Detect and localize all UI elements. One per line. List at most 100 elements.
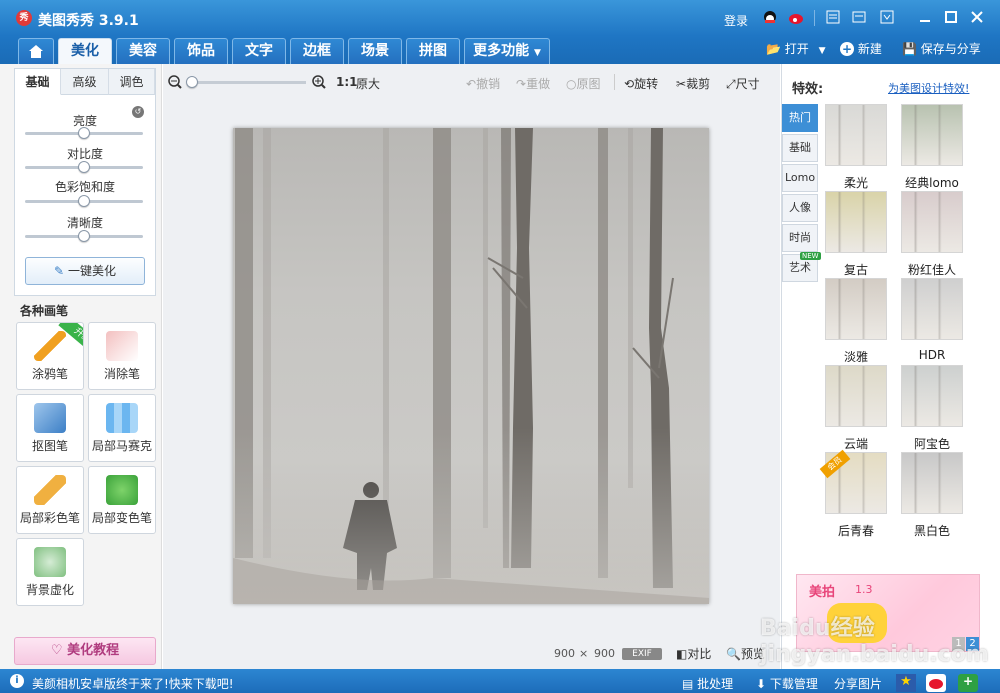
message-icon[interactable] bbox=[852, 10, 866, 28]
compare-icon: ◧ bbox=[676, 647, 688, 661]
save-share-button[interactable]: 💾 保存与分享 bbox=[902, 40, 981, 58]
mosaic-tool[interactable]: 局部马赛克 bbox=[88, 394, 156, 462]
crop-button[interactable]: ✂裁剪 bbox=[676, 75, 710, 92]
background-blur-tool[interactable]: 背景虚化 bbox=[16, 538, 84, 606]
effect-category-lomo[interactable]: Lomo bbox=[782, 164, 818, 192]
weibo-icon[interactable] bbox=[788, 10, 806, 30]
toolbar-divider bbox=[614, 74, 615, 90]
sharpness-knob[interactable] bbox=[78, 230, 90, 242]
crop-label: 裁剪 bbox=[686, 77, 711, 91]
open-button[interactable]: 📂 打开 ▼ bbox=[766, 40, 826, 60]
effect-label: 复古 bbox=[843, 263, 868, 277]
undo-label: 撤销 bbox=[476, 77, 501, 91]
effect-label: 阿宝色 bbox=[913, 437, 950, 451]
effect-thumb[interactable] bbox=[825, 365, 887, 427]
design-effects-link[interactable]: 为美图设计特效! bbox=[888, 80, 969, 96]
home-icon bbox=[29, 45, 43, 58]
cutout-pen-tool[interactable]: 抠图笔 bbox=[16, 394, 84, 462]
effect-thumb[interactable] bbox=[825, 278, 887, 340]
subtab-color[interactable]: 调色 bbox=[109, 69, 155, 95]
home-tab[interactable] bbox=[18, 38, 54, 64]
effect-thumb[interactable] bbox=[901, 365, 963, 427]
color-pen-tool[interactable]: 局部彩色笔 bbox=[16, 466, 84, 534]
batch-label: 批处理 bbox=[697, 677, 734, 691]
image-height: 900 bbox=[594, 647, 615, 660]
effect-category-portrait[interactable]: 人像 bbox=[782, 194, 818, 222]
effect-thumb[interactable] bbox=[825, 191, 887, 253]
mosaic-icon bbox=[106, 403, 138, 433]
contrast-knob[interactable] bbox=[78, 161, 90, 173]
tab-makeup[interactable]: 美容 bbox=[116, 38, 170, 64]
zoom-slider[interactable] bbox=[190, 81, 306, 84]
tab-scene[interactable]: 场景 bbox=[348, 38, 402, 64]
effect-thumb[interactable] bbox=[901, 191, 963, 253]
more-share-icon[interactable]: + bbox=[958, 674, 978, 692]
effect-category-hot[interactable]: 热门 bbox=[782, 104, 818, 132]
original-button[interactable]: ○原图 bbox=[566, 75, 601, 92]
tab-more-features[interactable]: 更多功能 ▼ bbox=[464, 38, 550, 64]
qq-icon[interactable] bbox=[762, 10, 778, 30]
exif-button[interactable]: EXIF bbox=[622, 648, 662, 660]
one-key-beautify-button[interactable]: ✎ 一键美化 bbox=[25, 257, 145, 285]
paint-bucket-icon bbox=[106, 475, 138, 505]
tab-collage[interactable]: 拼图 bbox=[406, 38, 460, 64]
tab-frame[interactable]: 边框 bbox=[290, 38, 344, 64]
eraser-pen-tool[interactable]: 消除笔 bbox=[88, 322, 156, 390]
star-share-icon[interactable]: ★ bbox=[896, 674, 916, 692]
resize-button[interactable]: ⤢尺寸 bbox=[726, 75, 760, 92]
effect-category-fashion[interactable]: 时尚 bbox=[782, 224, 818, 252]
title-bar bbox=[0, 0, 1000, 36]
hand-icon: ♡ bbox=[50, 643, 63, 658]
login-link[interactable]: 登录 bbox=[724, 12, 748, 29]
rotate-button[interactable]: ⟲旋转 bbox=[624, 75, 658, 92]
original-size-button[interactable]: 原大 bbox=[356, 75, 380, 92]
saturation-knob[interactable] bbox=[78, 195, 90, 207]
effect-label: 云端 bbox=[843, 437, 868, 451]
zoom-knob[interactable] bbox=[186, 76, 198, 88]
effect-thumb[interactable] bbox=[825, 104, 887, 166]
feedback-icon[interactable] bbox=[826, 10, 840, 28]
subtab-advanced[interactable]: 高级 bbox=[61, 69, 109, 95]
doodle-pen-tool[interactable]: 涂鸦笔 升级 bbox=[16, 322, 84, 390]
batch-button[interactable]: ▤ 批处理 bbox=[682, 675, 733, 692]
tab-accessories[interactable]: 饰品 bbox=[174, 38, 228, 64]
effect-label: 粉红佳人 bbox=[907, 263, 956, 277]
zoom-out-icon[interactable] bbox=[168, 75, 182, 92]
tutorial-button[interactable]: ♡ 美化教程 bbox=[14, 637, 156, 665]
magic-icon: ✎ bbox=[54, 264, 65, 278]
undo-button[interactable]: ↶撤销 bbox=[466, 75, 500, 92]
recolor-pen-tool[interactable]: 局部变色笔 bbox=[88, 466, 156, 534]
photo-canvas[interactable] bbox=[233, 128, 709, 604]
new-button[interactable]: + 新建 bbox=[840, 40, 882, 58]
status-message[interactable]: 美颜相机安卓版终于来了!快来下载吧! bbox=[32, 675, 234, 692]
minimize-icon[interactable] bbox=[918, 10, 932, 28]
tutorial-label: 美化教程 bbox=[67, 643, 120, 658]
maximize-icon[interactable] bbox=[944, 10, 958, 28]
tab-text[interactable]: 文字 bbox=[232, 38, 286, 64]
preview-icon: 🔍 bbox=[726, 647, 741, 661]
rotate-icon: ⟲ bbox=[624, 77, 635, 91]
compare-button[interactable]: ◧对比 bbox=[676, 645, 711, 662]
weibo-share-icon[interactable] bbox=[926, 674, 946, 692]
zoom-in-icon[interactable] bbox=[312, 75, 326, 92]
brightness-knob[interactable] bbox=[78, 127, 90, 139]
redo-button[interactable]: ↷重做 bbox=[516, 75, 550, 92]
blur-icon bbox=[34, 547, 66, 577]
download-manager-button[interactable]: ⬇ 下载管理 bbox=[756, 675, 818, 692]
effect-thumb[interactable] bbox=[901, 452, 963, 514]
effect-category-basic[interactable]: 基础 bbox=[782, 134, 818, 162]
ad-version: 1.3 bbox=[855, 583, 873, 596]
close-icon[interactable] bbox=[970, 10, 984, 28]
menu-icon[interactable] bbox=[880, 10, 894, 28]
watermark: Baidu经验 jingyan.baidu.com bbox=[760, 616, 989, 667]
effect-label: 后青春 bbox=[837, 524, 874, 538]
effect-thumb[interactable] bbox=[901, 104, 963, 166]
subtab-basic[interactable]: 基础 bbox=[15, 69, 61, 95]
app-logo: 秀 bbox=[16, 10, 32, 26]
info-icon: i bbox=[10, 674, 24, 688]
resize-icon: ⤢ bbox=[726, 77, 736, 91]
save-icon: 💾 bbox=[902, 42, 917, 56]
tab-beautify[interactable]: 美化 bbox=[58, 38, 112, 64]
effect-thumb[interactable] bbox=[901, 278, 963, 340]
zoom-ratio[interactable]: 1:1 bbox=[336, 75, 358, 89]
